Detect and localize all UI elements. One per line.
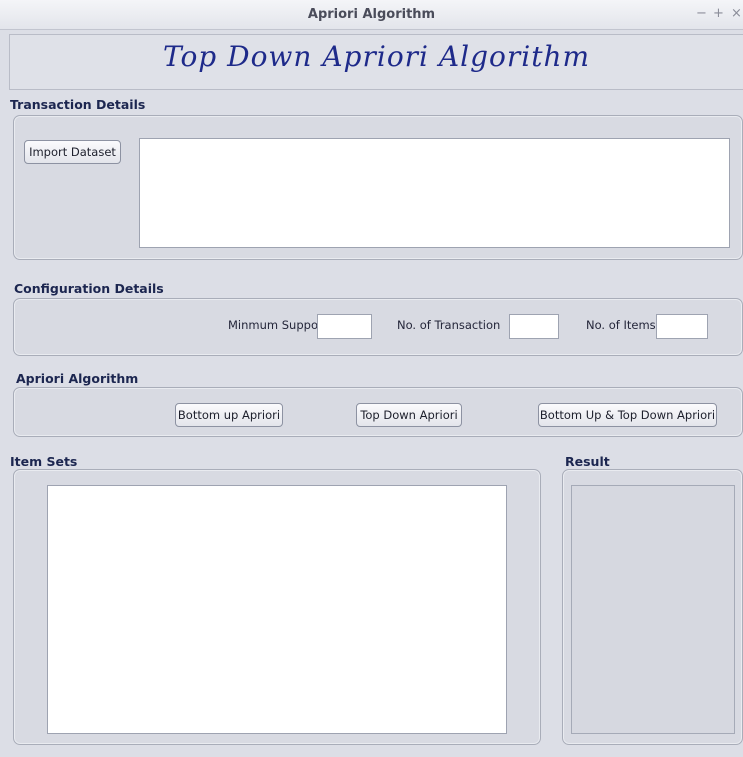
dataset-text-area[interactable]: [139, 138, 730, 248]
min-support-label: Minmum Support: [228, 318, 328, 332]
configuration-section-label: Configuration Details: [14, 281, 164, 296]
num-items-field[interactable]: [656, 314, 708, 339]
num-transaction-field[interactable]: [509, 314, 559, 339]
minimize-icon[interactable]: −: [696, 6, 707, 21]
num-items-label: No. of Items: [586, 318, 656, 332]
import-dataset-button[interactable]: Import Dataset: [24, 140, 121, 164]
result-section-label: Result: [565, 454, 610, 469]
maximize-icon[interactable]: +: [713, 6, 724, 21]
algorithm-section-label: Apriori Algorithm: [16, 371, 139, 386]
transaction-section-label: Transaction Details: [10, 97, 146, 112]
num-transaction-label: No. of Transaction: [397, 318, 501, 332]
window-title-bar: Apriori Algorithm − + ×: [0, 0, 743, 30]
window-title: Apriori Algorithm: [307, 7, 436, 22]
bottom-up-top-down-apriori-button[interactable]: Bottom Up & Top Down Apriori: [538, 403, 717, 427]
page-title: Top Down Apriori Algorithm: [162, 40, 591, 73]
item-sets-text-area[interactable]: [47, 485, 507, 734]
header-banner: Top Down Apriori Algorithm: [9, 34, 743, 90]
result-text-area[interactable]: [571, 485, 735, 734]
bottom-up-apriori-button[interactable]: Bottom up Apriori: [175, 403, 283, 427]
close-icon[interactable]: ×: [731, 6, 742, 21]
min-support-field[interactable]: [317, 314, 372, 339]
item-sets-section-label: Item Sets: [10, 454, 78, 469]
top-down-apriori-button[interactable]: Top Down Apriori: [356, 403, 462, 427]
